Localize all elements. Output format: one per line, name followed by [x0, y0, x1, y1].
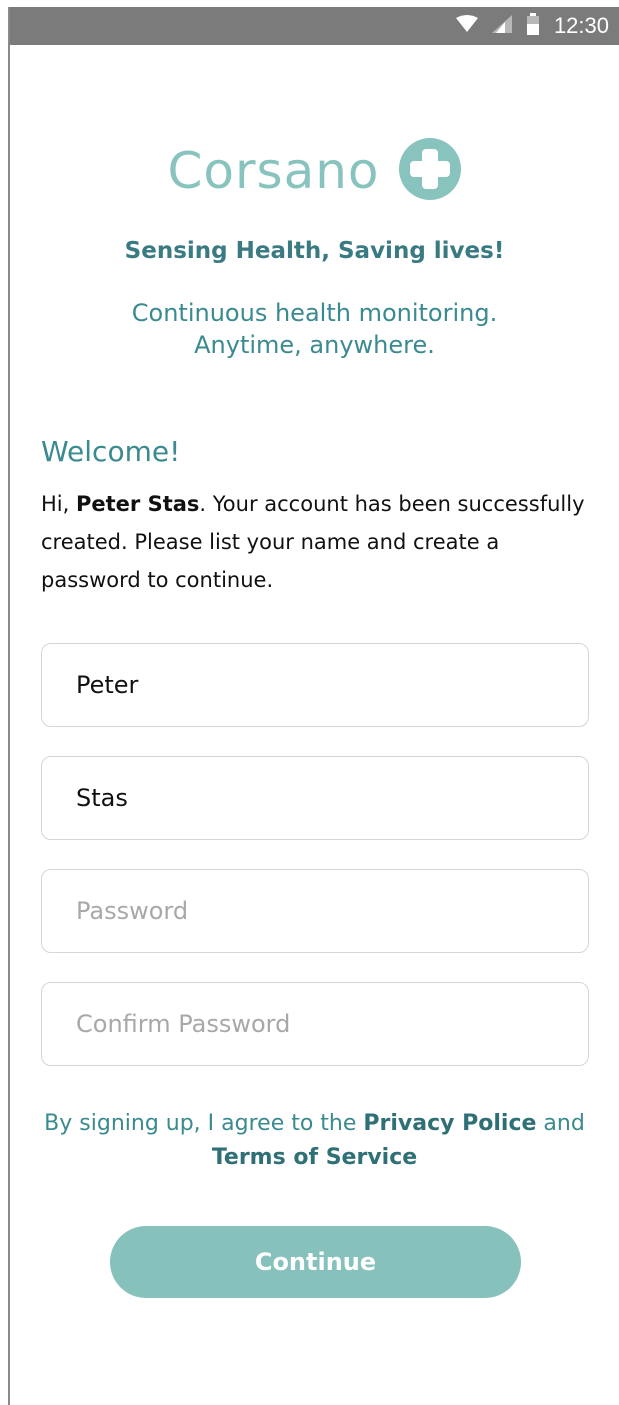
first-name-input[interactable]	[42, 644, 588, 726]
user-name: Peter Stas	[75, 492, 200, 516]
confirm-password-field[interactable]	[41, 982, 589, 1066]
terms-of-service-link[interactable]: Terms of Service	[212, 1145, 417, 1170]
last-name-field[interactable]	[41, 756, 589, 840]
subtagline-line-1: Continuous health monitoring.	[131, 299, 498, 327]
agreement-prefix: By signing up, I agree to the	[44, 1111, 364, 1136]
plus-cross-icon	[398, 137, 462, 205]
first-name-field[interactable]	[41, 643, 589, 727]
tagline: Sensing Health, Saving lives!	[124, 238, 505, 264]
password-field[interactable]	[41, 869, 589, 953]
phone-screen: 12:30 Corsano Sensing Health, Saving liv…	[8, 7, 619, 1405]
wifi-icon	[455, 15, 478, 37]
subtagline: Continuous health monitoring. Anytime, a…	[10, 297, 619, 361]
signal-icon	[491, 15, 512, 37]
welcome-title: Welcome!	[41, 435, 181, 468]
battery-icon	[526, 13, 540, 39]
privacy-policy-link[interactable]: Privacy Police	[363, 1111, 536, 1136]
agreement-middle: and	[536, 1111, 585, 1136]
last-name-input[interactable]	[42, 757, 588, 839]
status-time: 12:30	[553, 13, 609, 38]
status-bar: 12:30	[10, 7, 619, 45]
agreement-text: By signing up, I agree to the Privacy Po…	[10, 1107, 619, 1175]
continue-button[interactable]: Continue	[110, 1226, 521, 1298]
password-input[interactable]	[42, 870, 588, 952]
subtagline-line-2: Anytime, anywhere.	[194, 331, 435, 359]
greeting-text: Hi,	[41, 492, 76, 516]
brand-name: Corsano	[167, 142, 380, 200]
brand-logo: Corsano	[10, 137, 619, 205]
welcome-message: Hi, Peter Stas. Your account has been su…	[41, 485, 591, 599]
confirm-password-input[interactable]	[42, 983, 588, 1065]
